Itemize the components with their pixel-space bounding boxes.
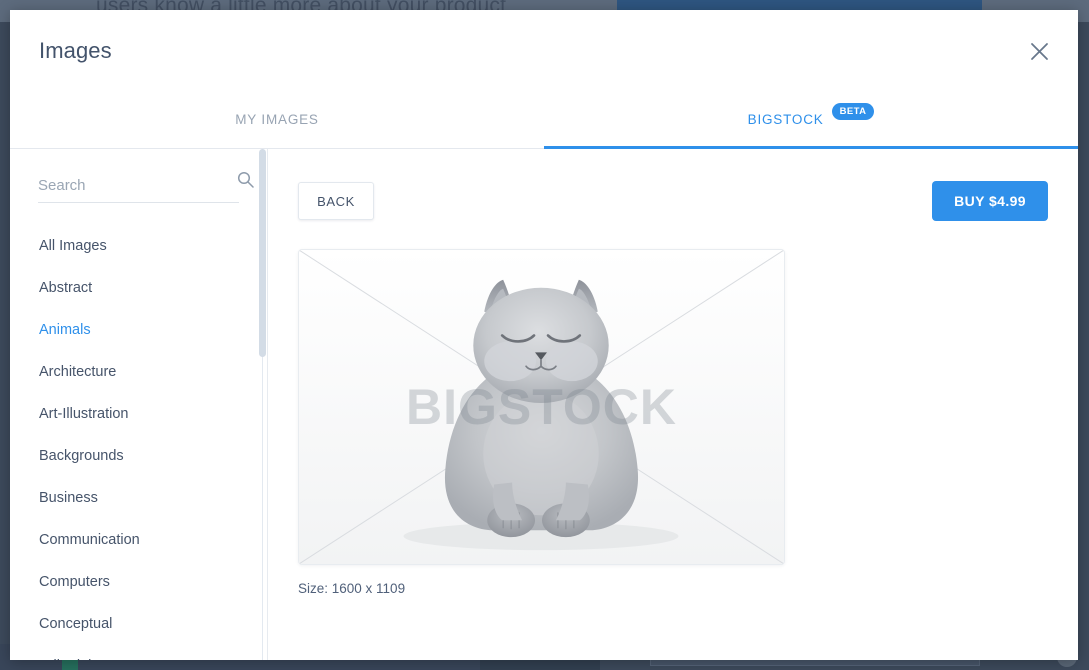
- tab-my-images[interactable]: MY IMAGES: [10, 92, 544, 148]
- sidebar-item-art-illustration[interactable]: Art-Illustration: [10, 393, 267, 435]
- modal-body: All Images Abstract Animals Architecture…: [10, 149, 1078, 660]
- sidebar-scrollbar-thumb[interactable]: [259, 149, 266, 357]
- cat-photo: [299, 250, 784, 564]
- close-button[interactable]: [1022, 34, 1056, 68]
- search-icon[interactable]: [237, 171, 254, 193]
- sidebar-item-label: Business: [39, 490, 98, 506]
- sidebar-item-architecture[interactable]: Architecture: [10, 351, 267, 393]
- sidebar-item-label: Communication: [39, 532, 140, 548]
- sidebar-item-conceptual[interactable]: Conceptual: [10, 603, 267, 645]
- sidebar-item-label: Backgrounds: [39, 448, 124, 464]
- beta-badge: BETA: [831, 102, 875, 120]
- images-modal: Images MY IMAGES BIGSTOCK BETA Search Al…: [10, 10, 1078, 660]
- sidebar-item-label: Architecture: [39, 364, 117, 380]
- sidebar-item-editorial[interactable]: Editorial: [10, 645, 267, 660]
- search-input[interactable]: [38, 177, 237, 194]
- sidebar-item-label: All Images: [39, 238, 107, 254]
- sidebar-item-backgrounds[interactable]: Backgrounds: [10, 435, 267, 477]
- page-title: Images: [39, 38, 112, 63]
- sidebar-item-all-images[interactable]: All Images: [10, 225, 267, 267]
- content-toolbar: BACK BUY $4.99: [298, 181, 1048, 221]
- image-size-label: Size: 1600 x 1109: [298, 581, 406, 596]
- sidebar-item-animals[interactable]: Animals: [10, 309, 267, 351]
- modal-header: Images: [10, 10, 1078, 92]
- sidebar-item-label: Abstract: [39, 280, 93, 296]
- tab-bigstock[interactable]: BIGSTOCK BETA: [544, 92, 1078, 149]
- category-sidebar: All Images Abstract Animals Architecture…: [10, 149, 268, 660]
- tab-bigstock-label: BIGSTOCK: [747, 111, 824, 127]
- sidebar-item-business[interactable]: Business: [10, 477, 267, 519]
- sidebar-item-label: Animals: [39, 322, 91, 338]
- content-pane: BACK BUY $4.99 BIGSTOCK Size: 1600 x 110…: [268, 149, 1078, 660]
- buy-button[interactable]: BUY $4.99: [932, 181, 1048, 221]
- sidebar-item-label: Editorial: [39, 658, 91, 660]
- category-list: All Images Abstract Animals Architecture…: [10, 225, 267, 660]
- sidebar-item-abstract[interactable]: Abstract: [10, 267, 267, 309]
- close-icon: [1030, 42, 1049, 61]
- sidebar-item-label: Art-Illustration: [39, 406, 129, 422]
- image-preview[interactable]: BIGSTOCK: [298, 249, 785, 565]
- search-row: [38, 171, 254, 203]
- sidebar-item-label: Conceptual: [39, 616, 113, 632]
- back-button[interactable]: BACK: [298, 182, 374, 220]
- tab-my-images-label: MY IMAGES: [235, 111, 319, 127]
- sidebar-item-label: Computers: [39, 574, 110, 590]
- sidebar-item-communication[interactable]: Communication: [10, 519, 267, 561]
- modal-tabs: MY IMAGES BIGSTOCK BETA: [10, 92, 1078, 149]
- sidebar-item-computers[interactable]: Computers: [10, 561, 267, 603]
